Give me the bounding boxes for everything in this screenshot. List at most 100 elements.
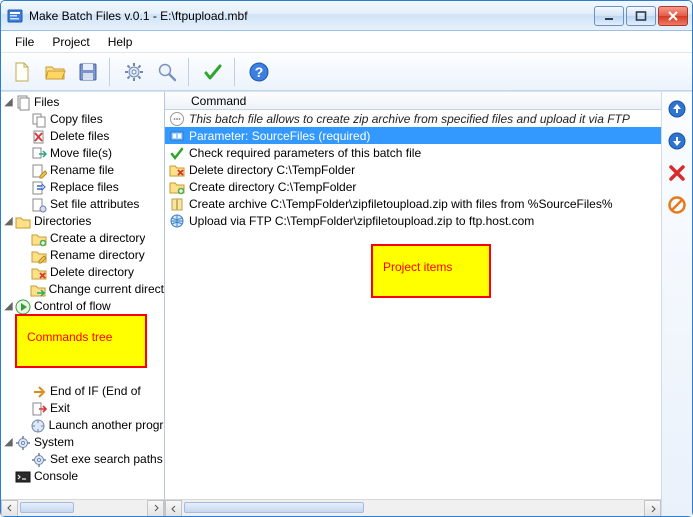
- tree-group-control-of-flow[interactable]: ◢Control of flow: [1, 298, 164, 315]
- checkmark-icon: [202, 61, 224, 83]
- tree-item-label: Set file attributes: [50, 196, 139, 213]
- toolbar-run-button[interactable]: [198, 57, 228, 87]
- command-row[interactable]: Delete directory C:\TempFolder: [165, 161, 661, 178]
- tree-item[interactable]: Set exe search paths: [1, 451, 164, 468]
- toolbar-separator: [109, 58, 113, 86]
- tree-item[interactable]: Set file attributes: [1, 196, 164, 213]
- window-controls: [594, 6, 688, 26]
- scroll-left-arrow-icon[interactable]: [165, 500, 182, 516]
- scroll-right-arrow-icon[interactable]: [147, 500, 164, 517]
- titlebar: Make Batch Files v.0.1 - E:\ftpupload.mb…: [1, 1, 692, 31]
- toolbar-new-button[interactable]: [7, 57, 37, 87]
- tree-item[interactable]: Move file(s): [1, 145, 164, 162]
- command-row[interactable]: Create directory C:\TempFolder: [165, 178, 661, 195]
- tree-item[interactable]: Delete files: [1, 128, 164, 145]
- tree-item-label: Rename file: [50, 162, 114, 179]
- rename-icon: [31, 163, 47, 179]
- tree-item[interactable]: Change current directory: [1, 281, 164, 298]
- action-strip: [662, 92, 692, 516]
- tree-item-label: Create a directory: [50, 230, 145, 247]
- tree-item[interactable]: End of IF (End of: [1, 383, 164, 400]
- move-up-button[interactable]: [666, 98, 688, 120]
- command-list-header[interactable]: Command: [165, 92, 661, 110]
- tree-item-label: Replace files: [50, 179, 119, 196]
- command-horizontal-scrollbar[interactable]: [165, 499, 661, 516]
- tree-item[interactable]: Launch another program: [1, 417, 164, 434]
- toolbar-separator: [234, 58, 238, 86]
- command-text: Delete directory C:\TempFolder: [189, 163, 355, 177]
- tree-item-label: Delete directory: [50, 264, 134, 281]
- scrollbar-thumb[interactable]: [184, 502, 364, 513]
- command-row[interactable]: This batch file allows to create zip arc…: [165, 110, 661, 127]
- tree-group-system[interactable]: ◢ System: [1, 434, 164, 451]
- window-title: Make Batch Files v.0.1 - E:\ftpupload.mb…: [29, 9, 594, 23]
- folder-del-icon: [31, 265, 47, 281]
- tree-item[interactable]: [1, 366, 164, 383]
- toolbar-separator: [188, 58, 192, 86]
- tree-item[interactable]: Rename file: [1, 162, 164, 179]
- command-row[interactable]: Parameter: SourceFiles (required): [165, 127, 661, 144]
- files-icon: [15, 95, 31, 111]
- menu-help[interactable]: Help: [100, 33, 141, 51]
- commands-tree[interactable]: ◢FilesCopy filesDelete filesMove file(s)…: [1, 92, 164, 499]
- command-text: Check required parameters of this batch …: [189, 146, 421, 160]
- delete-item-button[interactable]: [666, 162, 688, 184]
- menu-file[interactable]: File: [7, 33, 42, 51]
- tree-item[interactable]: Create a directory: [1, 230, 164, 247]
- tree-item-label: Launch another program: [49, 417, 164, 434]
- minimize-button[interactable]: [594, 6, 624, 26]
- toolbar-open-button[interactable]: [40, 57, 70, 87]
- folder-icon: [15, 214, 31, 230]
- collapse-toggle-icon[interactable]: ◢: [3, 94, 14, 111]
- gear-icon: [123, 61, 145, 83]
- toolbar-help-button[interactable]: ?: [244, 57, 274, 87]
- tree-item[interactable]: Exit: [1, 400, 164, 417]
- scroll-right-arrow-icon[interactable]: [644, 500, 661, 516]
- tree-item[interactable]: Rename directory: [1, 247, 164, 264]
- tree-group-console[interactable]: Console: [1, 468, 164, 485]
- tree-group-files[interactable]: ◢Files: [1, 94, 164, 111]
- tree-item[interactable]: Copy files: [1, 111, 164, 128]
- project-pane: Command This batch file allows to create…: [165, 92, 692, 516]
- command-row[interactable]: Create archive C:\TempFolder\zipfiletoup…: [165, 195, 661, 212]
- disable-item-button[interactable]: [666, 194, 688, 216]
- exit-icon: [31, 401, 47, 417]
- toolbar: ?: [1, 53, 692, 91]
- tree-group-directories[interactable]: ◢Directories: [1, 213, 164, 230]
- command-row[interactable]: Check required parameters of this batch …: [165, 144, 661, 161]
- collapse-toggle-icon[interactable]: ◢: [3, 298, 14, 315]
- command-list[interactable]: This batch file allows to create zip arc…: [165, 110, 661, 499]
- toolbar-settings-button[interactable]: [119, 57, 149, 87]
- console-icon: [15, 469, 31, 485]
- command-area: Command This batch file allows to create…: [165, 92, 662, 516]
- commands-tree-pane: ◢FilesCopy filesDelete filesMove file(s)…: [1, 92, 165, 516]
- delete-icon: [31, 129, 47, 145]
- tree-horizontal-scrollbar[interactable]: [1, 499, 164, 516]
- collapse-toggle-icon[interactable]: ◢: [3, 213, 14, 230]
- menubar: File Project Help: [1, 31, 692, 53]
- body: ◢FilesCopy filesDelete filesMove file(s)…: [1, 91, 692, 516]
- scroll-left-arrow-icon[interactable]: [1, 500, 18, 517]
- scrollbar-thumb[interactable]: [20, 502, 74, 513]
- tree-item[interactable]: Delete directory: [1, 264, 164, 281]
- command-text: Create archive C:\TempFolder\zipfiletoup…: [189, 197, 613, 211]
- close-button[interactable]: [658, 6, 688, 26]
- callout-project-items: Project items: [371, 244, 491, 298]
- check-icon: [169, 145, 185, 161]
- folder-cd-icon: [30, 282, 46, 298]
- tree-group-label: System: [34, 434, 74, 451]
- tree-item[interactable]: Replace files: [1, 179, 164, 196]
- x-icon: [668, 164, 686, 182]
- command-row[interactable]: Upload via FTP C:\TempFolder\zipfiletoup…: [165, 212, 661, 229]
- maximize-button[interactable]: [626, 6, 656, 26]
- command-text: Create directory C:\TempFolder: [189, 180, 356, 194]
- move-down-button[interactable]: [666, 130, 688, 152]
- gear-icon: [31, 452, 47, 468]
- command-text: Parameter: SourceFiles (required): [189, 129, 370, 143]
- toolbar-find-button[interactable]: [152, 57, 182, 87]
- command-text: Upload via FTP C:\TempFolder\zipfiletoup…: [189, 214, 534, 228]
- no-entry-icon: [668, 196, 686, 214]
- collapse-toggle-icon[interactable]: ◢: [3, 434, 14, 451]
- menu-project[interactable]: Project: [44, 33, 97, 51]
- toolbar-save-button[interactable]: [73, 57, 103, 87]
